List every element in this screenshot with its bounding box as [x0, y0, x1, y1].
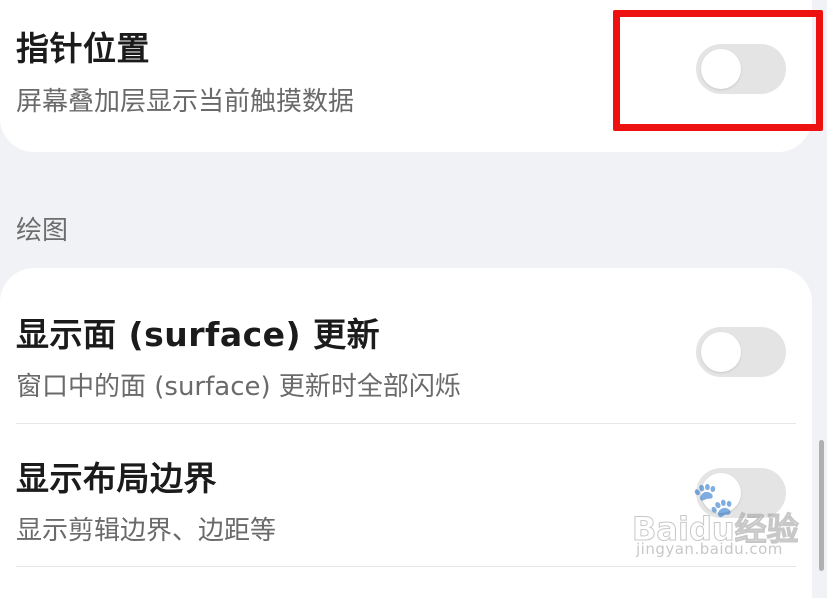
toggle-knob: [701, 332, 741, 372]
watermark-url: jingyan.baidu.com: [636, 540, 783, 558]
pointer-location-title: 指针位置: [16, 29, 150, 68]
highlight-box: [613, 10, 823, 131]
show-surface-updates-subtitle: 窗口中的面 (surface) 更新时全部闪烁: [16, 372, 461, 402]
show-surface-updates-toggle[interactable]: [696, 327, 786, 377]
row-divider: [16, 423, 796, 424]
section-header-drawing: 绘图: [16, 216, 69, 246]
show-layout-bounds-subtitle: 显示剪辑边界、边距等: [16, 516, 277, 546]
baidu-watermark: 🐾 Baidu经验 jingyan.baidu.com: [632, 480, 822, 568]
pointer-location-subtitle: 屏幕叠加层显示当前触摸数据: [16, 87, 355, 117]
show-surface-updates-row[interactable]: 显示面 (surface) 更新 窗口中的面 (surface) 更新时全部闪烁: [0, 290, 812, 420]
show-surface-updates-title: 显示面 (surface) 更新: [16, 315, 381, 354]
show-layout-bounds-title: 显示布局边界: [16, 459, 217, 498]
